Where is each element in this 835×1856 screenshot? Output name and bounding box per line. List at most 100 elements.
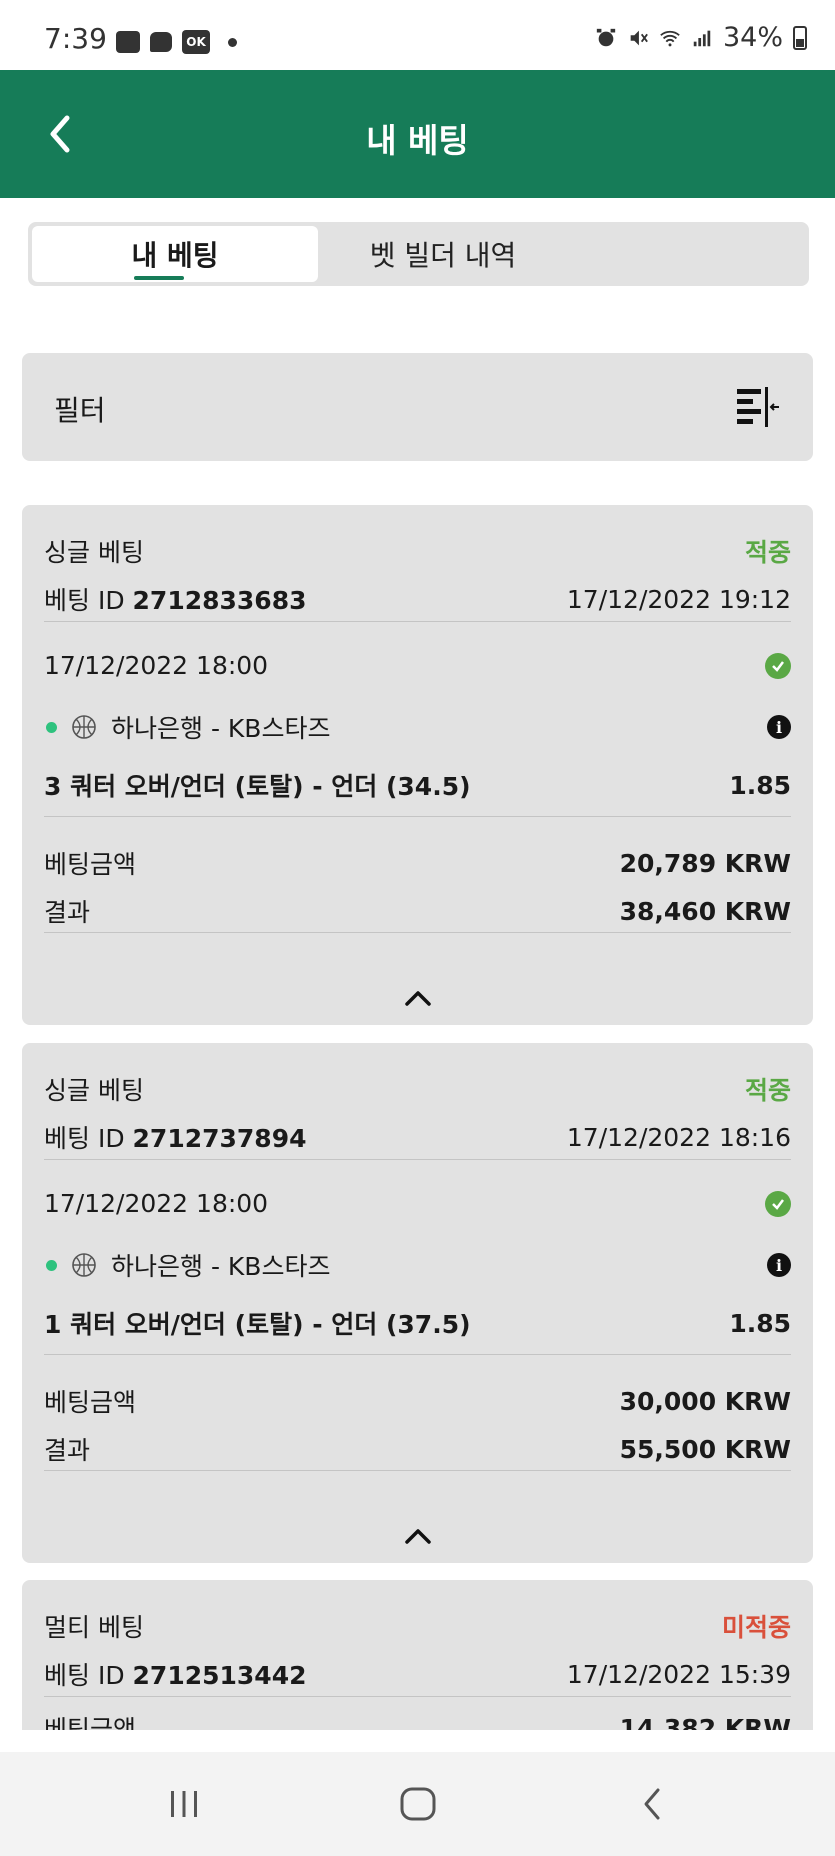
bet-status: 적중 xyxy=(744,1076,791,1105)
match-info: 하나은행 - KB스타즈 xyxy=(44,1247,330,1283)
recent-apps-button[interactable] xyxy=(154,1782,214,1826)
bet-status: 적중 xyxy=(744,538,791,567)
bet-type: 싱글 베팅 xyxy=(44,538,144,567)
result-row: 결과 55,500 KRW xyxy=(44,1431,791,1467)
filter-label: 필터 xyxy=(54,394,106,427)
dot-icon xyxy=(228,37,237,47)
page-title: 내 베팅 xyxy=(366,121,469,160)
message-icon xyxy=(150,32,172,52)
event-time-row: 17/12/2022 18:00 xyxy=(44,651,791,680)
bet-id: 2712833683 xyxy=(132,586,307,615)
selection: 1 쿼터 오버/언더 (토탈) - 언더 (37.5) xyxy=(44,1310,471,1339)
selection-row: 3 쿼터 오버/언더 (토탈) - 언더 (34.5) 1.85 xyxy=(44,767,791,803)
divider xyxy=(44,932,791,933)
system-back-button[interactable] xyxy=(622,1782,682,1826)
bet-id-row: 베팅 ID 2712833683 17/12/2022 19:12 xyxy=(44,581,791,617)
match-name: 하나은행 - KB스타즈 xyxy=(111,714,331,743)
chevron-up-icon xyxy=(404,991,431,1006)
divider xyxy=(44,1470,791,1471)
bet-placed-time: 17/12/2022 15:39 xyxy=(566,1659,791,1689)
bet-card: 싱글 베팅 적중 베팅 ID 2712737894 17/12/2022 18:… xyxy=(22,1043,813,1563)
recent-apps-icon xyxy=(171,1791,197,1817)
check-icon xyxy=(765,1190,791,1217)
ok-app-icon: OK xyxy=(182,30,210,54)
home-icon xyxy=(400,1787,436,1821)
status-icons-left: OK xyxy=(116,30,237,54)
filter-icon[interactable] xyxy=(733,385,779,429)
filter-bar[interactable]: 필터 xyxy=(22,353,813,461)
status-icons-right: 34% xyxy=(595,22,807,53)
tab-bet-builder-history[interactable]: 벳 빌더 내역 xyxy=(328,226,558,282)
bet-id-row: 베팅 ID 2712737894 17/12/2022 18:16 xyxy=(44,1119,791,1155)
alarm-icon xyxy=(596,28,616,46)
stake-row: 베팅금액 14,382 KRW xyxy=(44,1710,791,1731)
battery-percent: 34% xyxy=(722,22,783,53)
info-icon[interactable]: i xyxy=(767,1253,791,1277)
stake-amount: 30,000 KRW xyxy=(619,1386,791,1416)
status-bar: 7:39 OK 34% xyxy=(0,0,835,70)
wifi-icon xyxy=(660,30,680,46)
bet-card: 싱글 베팅 적중 베팅 ID 2712833683 17/12/2022 19:… xyxy=(22,505,813,1025)
divider xyxy=(44,621,791,622)
selection-row: 1 쿼터 오버/언더 (토탈) - 언더 (37.5) 1.85 xyxy=(44,1305,791,1341)
match-row: 하나은행 - KB스타즈 i xyxy=(44,1247,791,1283)
bet-id-line: 베팅 ID 2712737894 xyxy=(44,1119,306,1155)
result-amount: 38,460 KRW xyxy=(619,896,791,926)
bet-id-label: 베팅 ID xyxy=(44,586,125,615)
event-time: 17/12/2022 18:00 xyxy=(44,651,269,680)
back-icon xyxy=(644,1788,660,1820)
tab-my-bets[interactable]: 내 베팅 xyxy=(32,226,318,282)
status-time: 7:39 xyxy=(44,22,107,55)
result-label: 결과 xyxy=(44,1436,91,1465)
basketball-icon xyxy=(72,715,96,739)
divider xyxy=(44,1354,791,1355)
system-nav-bar xyxy=(0,1752,835,1856)
home-button[interactable] xyxy=(388,1782,448,1826)
live-dot-icon xyxy=(46,721,57,733)
stake-row: 베팅금액 20,789 KRW xyxy=(44,845,791,881)
event-time-row: 17/12/2022 18:00 xyxy=(44,1189,791,1218)
bet-type: 멀티 베팅 xyxy=(44,1613,144,1642)
app-header: 내 베팅 xyxy=(0,70,835,198)
odds: 1.85 xyxy=(729,770,791,800)
divider xyxy=(44,1696,791,1697)
bet-placed-time: 17/12/2022 18:16 xyxy=(566,1122,791,1152)
tab-active-indicator xyxy=(134,276,184,280)
bet-id-row: 베팅 ID 2712513442 17/12/2022 15:39 xyxy=(44,1656,791,1692)
live-dot-icon xyxy=(46,1259,57,1271)
result-label: 결과 xyxy=(44,898,91,927)
bet-type-row: 싱글 베팅 적중 xyxy=(44,533,791,569)
match-info: 하나은행 - KB스타즈 xyxy=(44,709,330,745)
bet-status: 미적중 xyxy=(721,1613,791,1642)
selection: 3 쿼터 오버/언더 (토탈) - 언더 (34.5) xyxy=(44,772,471,801)
gallery-icon xyxy=(116,31,140,53)
tab-bar: 내 베팅 벳 빌더 내역 xyxy=(28,222,809,286)
collapse-toggle[interactable] xyxy=(22,1527,813,1545)
event-time: 17/12/2022 18:00 xyxy=(44,1189,269,1218)
bet-card: 멀티 베팅 미적중 베팅 ID 2712513442 17/12/2022 15… xyxy=(22,1580,813,1730)
bet-type: 싱글 베팅 xyxy=(44,1076,144,1105)
stake-label: 베팅금액 xyxy=(44,850,137,879)
stake-label: 베팅금액 xyxy=(44,1388,137,1417)
collapse-toggle[interactable] xyxy=(22,989,813,1007)
mute-icon xyxy=(630,30,648,45)
signal-icon xyxy=(693,30,711,46)
divider xyxy=(44,1159,791,1160)
bet-id-line: 베팅 ID 2712513442 xyxy=(44,1656,306,1692)
battery-icon xyxy=(793,25,807,50)
match-row: 하나은행 - KB스타즈 i xyxy=(44,709,791,745)
info-icon[interactable]: i xyxy=(767,715,791,739)
basketball-icon xyxy=(72,1253,96,1277)
odds: 1.85 xyxy=(729,1308,791,1338)
tab-label: 내 베팅 xyxy=(131,239,219,272)
bet-placed-time: 17/12/2022 19:12 xyxy=(566,584,791,614)
chevron-up-icon xyxy=(404,1529,431,1544)
bet-id: 2712737894 xyxy=(132,1124,307,1153)
stake-label: 베팅금액 xyxy=(44,1715,137,1730)
bet-type-row: 싱글 베팅 적중 xyxy=(44,1071,791,1107)
check-icon xyxy=(765,652,791,679)
match-name: 하나은행 - KB스타즈 xyxy=(111,1252,331,1281)
bet-id-label: 베팅 ID xyxy=(44,1661,125,1690)
stake-amount: 14,382 KRW xyxy=(619,1713,791,1731)
stake-row: 베팅금액 30,000 KRW xyxy=(44,1383,791,1419)
